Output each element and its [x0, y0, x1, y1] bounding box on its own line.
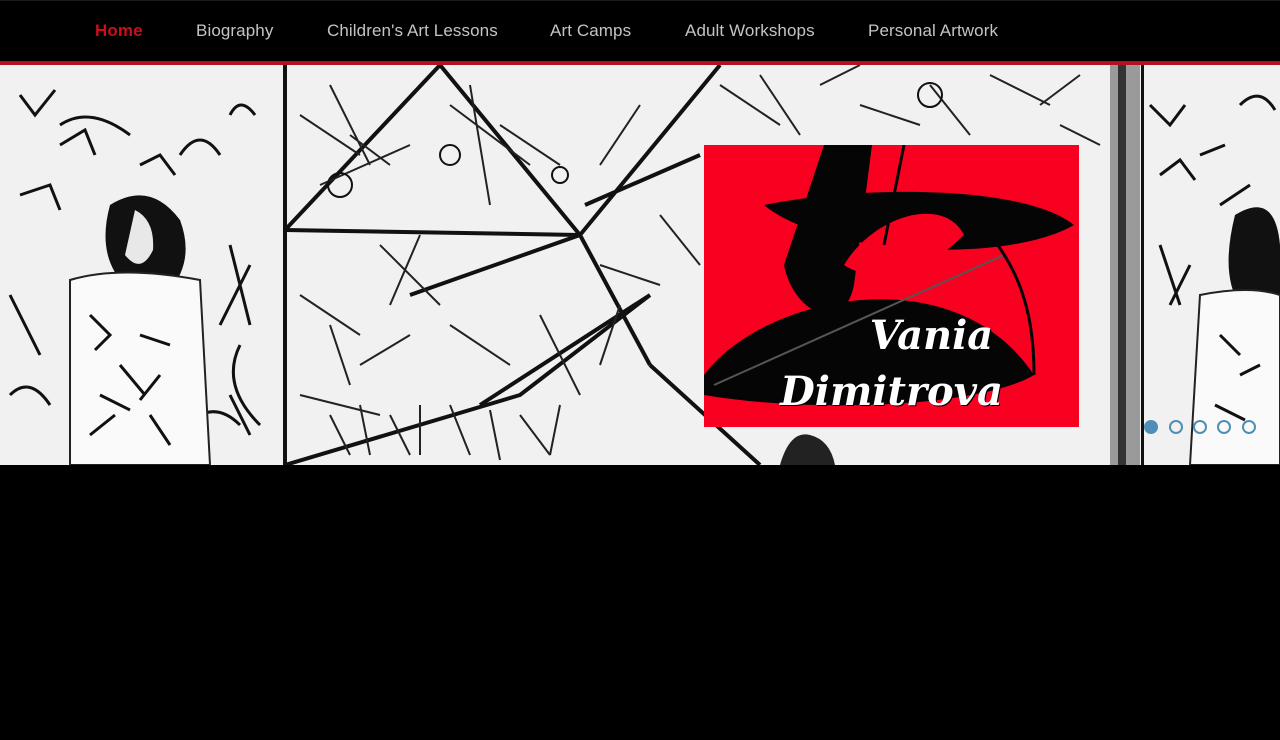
slide-dot-5[interactable]: [1242, 420, 1256, 434]
slide-dot-2[interactable]: [1169, 420, 1183, 434]
slide-dot-3[interactable]: [1193, 420, 1207, 434]
slide-dot-1[interactable]: [1144, 420, 1158, 434]
nav-art-camps[interactable]: Art Camps: [550, 21, 631, 41]
nav-personal-artwork[interactable]: Personal Artwork: [868, 21, 998, 41]
nav-childrens-art-lessons[interactable]: Children's Art Lessons: [327, 21, 498, 41]
logo-last-name: Dimitrova: [780, 368, 1003, 415]
nav-adult-workshops[interactable]: Adult Workshops: [685, 21, 815, 41]
top-navigation: Home Biography Children's Art Lessons Ar…: [0, 0, 1280, 62]
nav-home[interactable]: Home: [95, 21, 143, 41]
hero-artwork-image: [0, 65, 1280, 465]
logo-first-name: Vania: [869, 312, 994, 359]
slide-dot-4[interactable]: [1217, 420, 1231, 434]
hero-slideshow[interactable]: Vania Dimitrova: [0, 65, 1280, 465]
nav-biography[interactable]: Biography: [196, 21, 273, 41]
logo-card: Vania Dimitrova: [704, 145, 1079, 427]
